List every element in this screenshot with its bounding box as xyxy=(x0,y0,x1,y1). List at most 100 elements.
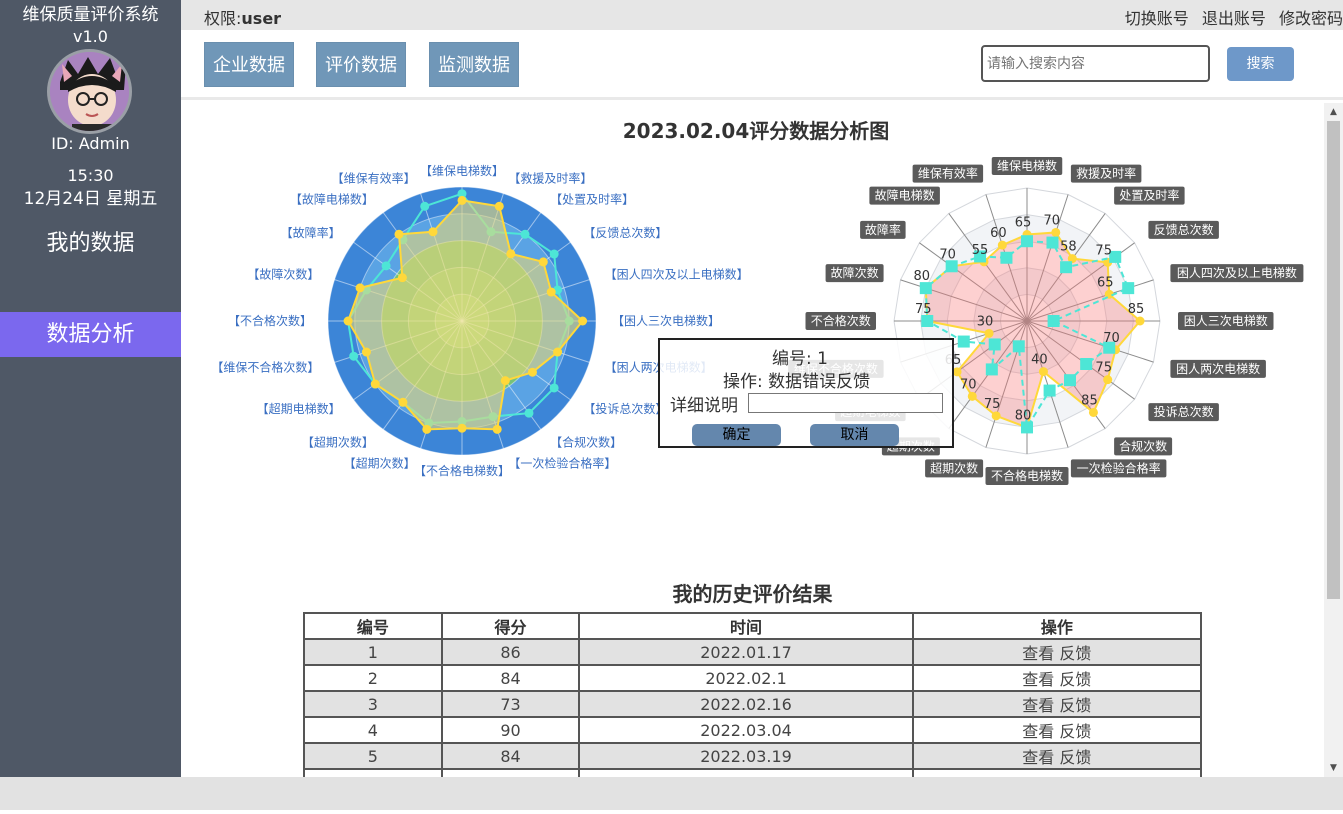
radar-point xyxy=(1060,261,1073,274)
radar-value-label: 80 xyxy=(914,269,931,284)
radar-axis-label: 【反馈总次数】 xyxy=(583,225,667,240)
radar-axis-label: 不合格电梯数 xyxy=(991,468,1063,483)
radar-point xyxy=(997,240,1007,250)
radar-value-label: 75 xyxy=(1095,243,1112,258)
account-links: 切换账号 退出账号 修改密码 xyxy=(1117,5,1343,29)
sidebar-item-my-data[interactable]: 我的数据 xyxy=(0,229,181,259)
cell-number: 3 xyxy=(303,690,443,718)
radar-point xyxy=(1103,375,1113,385)
search-button[interactable]: 搜索 xyxy=(1227,47,1294,81)
confirm-button[interactable]: 确定 xyxy=(692,424,781,446)
radar-point xyxy=(1000,251,1013,264)
scroll-thumb[interactable] xyxy=(1327,121,1340,599)
radar-axis-label: 【超期次数】 xyxy=(302,434,374,449)
permission-label: 权限: xyxy=(204,9,242,28)
detail-input[interactable] xyxy=(748,393,943,413)
cell-number xyxy=(303,768,443,777)
switch-account-link[interactable]: 切换账号 xyxy=(1125,9,1189,28)
app-version: v1.0 xyxy=(73,27,108,46)
radar-point xyxy=(984,328,994,338)
scroll-down-icon[interactable]: ▼ xyxy=(1324,762,1343,774)
permission-indicator: 权限:user xyxy=(204,5,281,29)
radar-axis-label: 【合规次数】 xyxy=(550,434,622,449)
radar-point xyxy=(1051,227,1061,237)
monitoring-data-button[interactable]: 监测数据 xyxy=(429,42,519,87)
feedback-link[interactable]: 反馈 xyxy=(1059,644,1091,663)
header-score: 得分 xyxy=(440,612,581,640)
search-input[interactable] xyxy=(981,45,1210,82)
radar-value-label: 30 xyxy=(977,314,994,329)
radar-point xyxy=(1088,407,1098,417)
radar-point xyxy=(538,257,548,267)
radar-point xyxy=(1063,374,1076,387)
cell-time: 2022.02.16 xyxy=(578,690,914,718)
enterprise-data-button[interactable]: 企业数据 xyxy=(204,42,294,87)
table-row: 2 84 2022.02.1 查看 反馈 xyxy=(303,664,1203,692)
radar-axis-label: 维保有效率 xyxy=(918,166,978,181)
clock-date: 12月24日 星期五 xyxy=(23,189,158,209)
cell-operation: 查看 反馈 xyxy=(911,716,1203,744)
table-row: 5 84 2022.03.19 查看 反馈 xyxy=(303,742,1203,770)
view-link[interactable]: 查看 xyxy=(1022,644,1054,663)
change-password-link[interactable]: 修改密码 xyxy=(1279,9,1343,28)
vertical-scrollbar[interactable]: ▲ ▼ xyxy=(1324,103,1343,777)
cell-score: 90 xyxy=(440,716,581,744)
cell-operation: 查看 反馈 xyxy=(911,664,1203,692)
feedback-link[interactable]: 反馈 xyxy=(1059,670,1091,689)
cell-number: 4 xyxy=(303,716,443,744)
radar-axis-label: 【维保有效率】 xyxy=(332,170,416,185)
view-link[interactable]: 查看 xyxy=(1022,722,1054,741)
radar-point xyxy=(1122,282,1135,295)
user-id: ID: Admin xyxy=(51,134,130,153)
radar-point xyxy=(381,261,391,271)
cancel-button[interactable]: 取消 xyxy=(810,424,899,446)
cell-time: 2022.03.04 xyxy=(578,716,914,744)
feedback-dialog: 编号: 1 操作: 数据错误反馈 详细说明 确定 取消 xyxy=(658,338,954,448)
header-time: 时间 xyxy=(578,612,914,640)
radar-point xyxy=(349,351,359,361)
radar-value-label: 65 xyxy=(1015,216,1032,231)
radar-axis-label: 投诉总次数 xyxy=(1154,404,1214,419)
view-link[interactable]: 查看 xyxy=(1022,670,1054,689)
radar-axis-label: 困人四次及以上电梯数 xyxy=(1177,265,1297,280)
radar-point xyxy=(1135,316,1145,326)
radar-axis-label: 合规次数 xyxy=(1119,438,1167,453)
table-row: 4 90 2022.03.04 查看 反馈 xyxy=(303,716,1203,744)
radar-point xyxy=(985,363,998,376)
feedback-link[interactable]: 反馈 xyxy=(1059,722,1091,741)
view-link[interactable]: 查看 xyxy=(1022,748,1054,767)
radar-point xyxy=(524,408,534,418)
radar-value-label: 70 xyxy=(939,247,956,262)
sidebar-item-data-analysis[interactable]: 数据分析 xyxy=(0,312,181,357)
radar-axis-label: 故障次数 xyxy=(831,265,879,280)
radar-axis-label: 【处置及时率】 xyxy=(550,192,634,207)
cell-number: 2 xyxy=(303,664,443,692)
radar-value-label: 85 xyxy=(1081,393,1098,408)
radar-axis-label: 故障率 xyxy=(865,222,901,237)
radar-axis-label: 反馈总次数 xyxy=(1154,222,1214,237)
radar-axis-label: 【故障率】 xyxy=(281,225,341,240)
feedback-link[interactable]: 反馈 xyxy=(1059,696,1091,715)
radar-axis-label: 【一次检验合格率】 xyxy=(508,456,616,471)
radar-axis-label: 【困人四次及以上电梯数】 xyxy=(605,267,749,282)
feedback-link[interactable]: 反馈 xyxy=(1059,748,1091,767)
scroll-up-icon[interactable]: ▲ xyxy=(1324,106,1343,118)
radar-point xyxy=(549,249,559,259)
radar-axis-label: 不合格次数 xyxy=(811,313,871,328)
radar-point xyxy=(420,201,430,211)
cell-score: 86 xyxy=(440,638,581,666)
radar-point xyxy=(578,316,588,326)
header-operation: 操作 xyxy=(911,612,1203,640)
evaluation-data-button[interactable]: 评价数据 xyxy=(316,42,406,87)
radar-point xyxy=(1043,384,1056,397)
logout-link[interactable]: 退出账号 xyxy=(1202,9,1266,28)
radar-axis-label: 【投诉总次数】 xyxy=(583,401,667,416)
radar-point xyxy=(494,201,504,211)
radar-point xyxy=(1080,357,1093,370)
radar-value-label: 75 xyxy=(1095,361,1112,376)
radar-axis-label: 【维保不合格次数】 xyxy=(211,359,319,374)
dialog-number: 编号: 1 xyxy=(772,349,828,369)
radar-value-label: 70 xyxy=(960,377,977,392)
radar-point xyxy=(492,424,502,434)
view-link[interactable]: 查看 xyxy=(1022,696,1054,715)
